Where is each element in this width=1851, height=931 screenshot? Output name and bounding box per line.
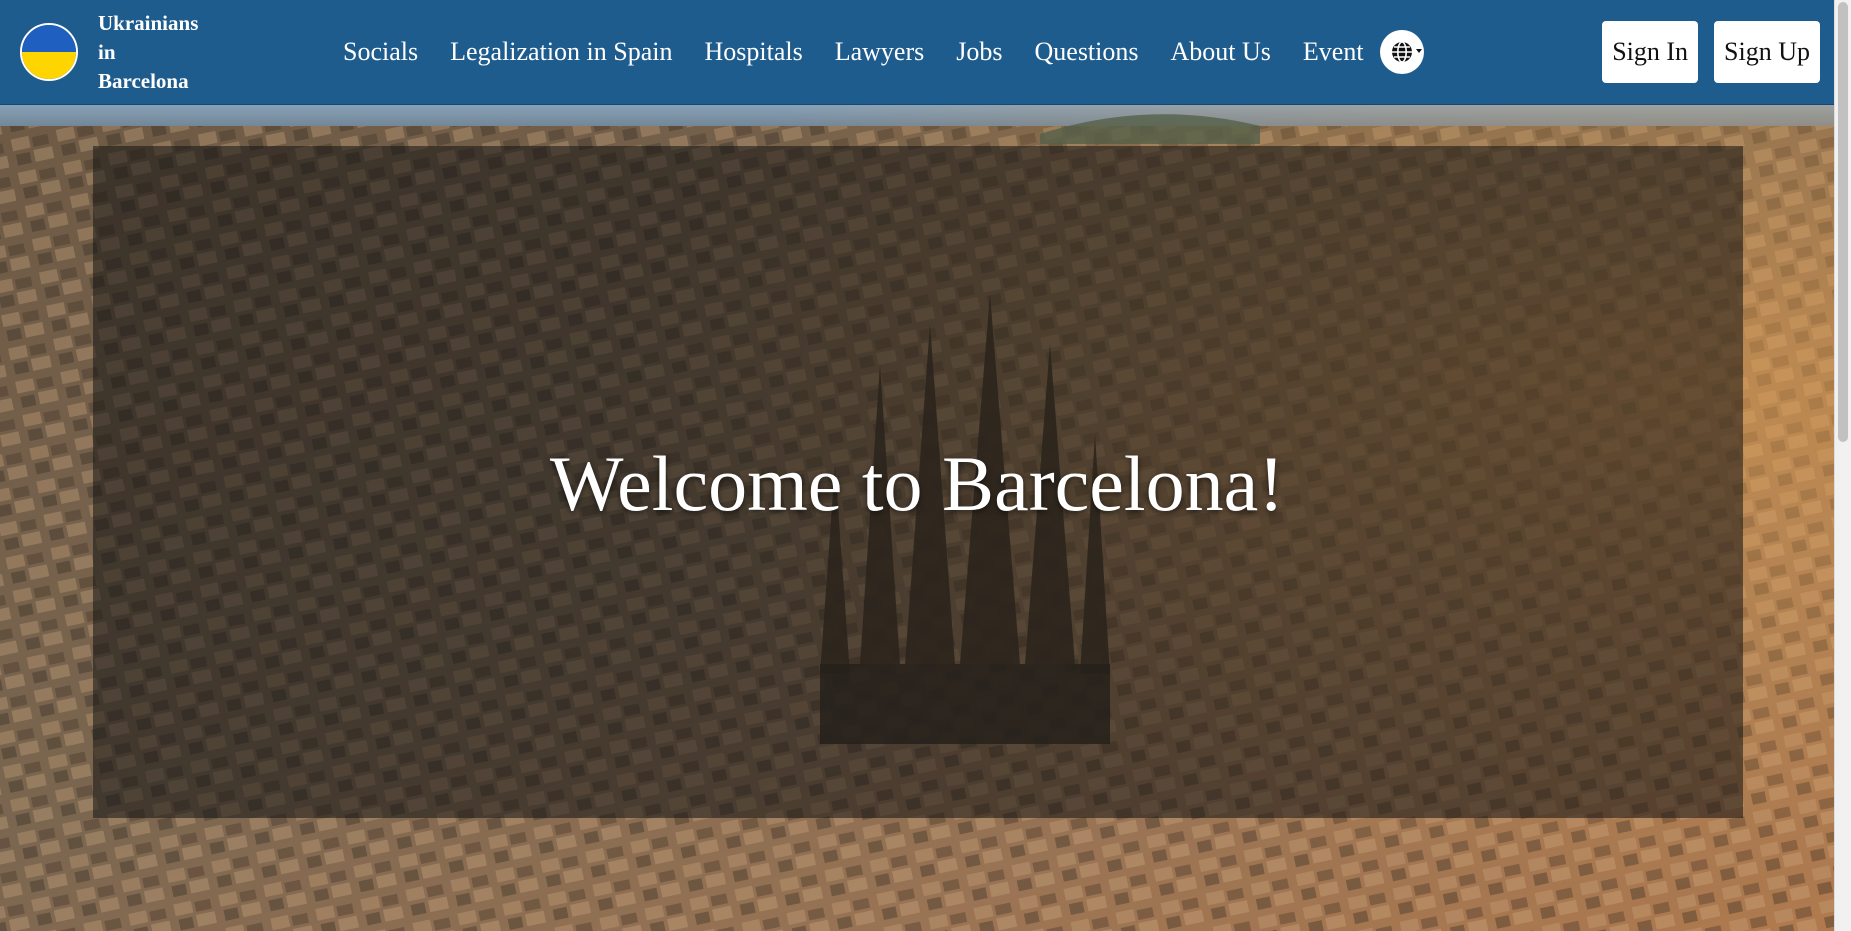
nav-link-hospitals[interactable]: Hospitals: [705, 31, 803, 73]
brand-name-line: Ukrainians: [98, 10, 199, 35]
nav-link-lawyers[interactable]: Lawyers: [835, 31, 925, 73]
globe-icon: [1391, 41, 1412, 63]
nav-link-questions[interactable]: Questions: [1035, 31, 1139, 73]
language-switcher-button[interactable]: [1379, 30, 1424, 74]
hero-title: Welcome to Barcelona!: [549, 440, 1285, 527]
sign-in-button[interactable]: Sign In: [1602, 21, 1699, 83]
navbar: Ukrainians in Barcelona Socials Legaliza…: [0, 0, 1834, 105]
scrollbar-thumb[interactable]: [1838, 2, 1848, 442]
chevron-down-icon: [1415, 49, 1422, 53]
brand-name: Ukrainians in Barcelona: [98, 9, 218, 96]
auth-buttons: Sign In Sign Up: [1586, 21, 1820, 83]
nav-link-about-us[interactable]: About Us: [1171, 31, 1271, 73]
sign-up-button[interactable]: Sign Up: [1714, 21, 1820, 83]
nav-link-event[interactable]: Event: [1303, 31, 1364, 73]
page: Ukrainians in Barcelona Socials Legaliza…: [0, 0, 1851, 931]
hero-section: Welcome to Barcelona!: [0, 104, 1834, 931]
brand-name-line: in: [98, 39, 116, 64]
main-nav: Socials Legalization in Spain Hospitals …: [343, 30, 1424, 74]
nav-link-jobs[interactable]: Jobs: [956, 31, 1002, 73]
ukraine-flag-icon: [20, 23, 78, 81]
vertical-scrollbar[interactable]: [1834, 0, 1851, 931]
brand-home-link[interactable]: Ukrainians in Barcelona: [20, 10, 218, 94]
nav-link-legalization[interactable]: Legalization in Spain: [450, 31, 672, 73]
brand-name-line: Barcelona: [98, 68, 189, 93]
nav-link-socials[interactable]: Socials: [343, 31, 418, 73]
